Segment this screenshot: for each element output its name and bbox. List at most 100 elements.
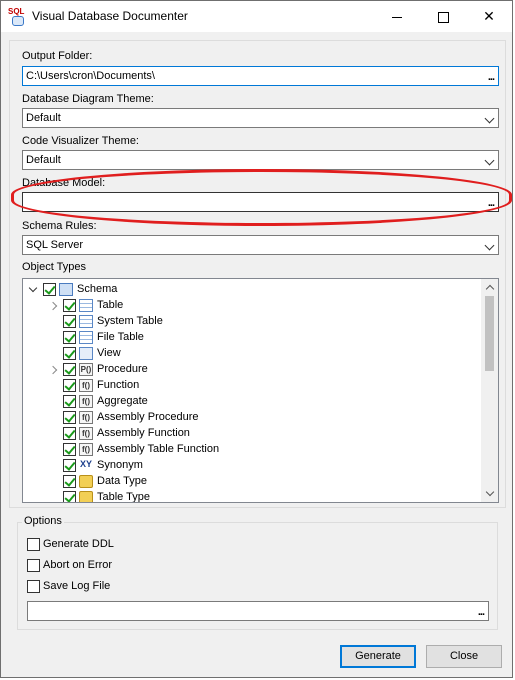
abort-on-error-checkbox[interactable]: Abort on Error (27, 558, 177, 574)
log-file-browse-button[interactable]: ... (478, 607, 485, 618)
generate-button[interactable]: Generate (340, 645, 416, 668)
checkmark-icon (64, 427, 76, 439)
output-folder-browse-button[interactable]: ... (488, 72, 495, 83)
tree-item[interactable]: P() Procedure (23, 362, 478, 378)
function-icon: f() (79, 379, 93, 392)
checkmark-icon (64, 475, 76, 487)
generate-ddl-checkbox[interactable]: Generate DDL (27, 537, 177, 553)
tree-item-checkbox[interactable] (63, 347, 76, 360)
function-icon: f() (79, 395, 93, 408)
maximize-button[interactable] (420, 1, 466, 32)
generate-ddl-box[interactable] (27, 538, 40, 551)
scroll-up-icon[interactable] (485, 284, 495, 294)
code-theme-select[interactable]: Default (22, 150, 499, 170)
output-folder-field[interactable]: C:\Users\cron\Documents\ ... (22, 66, 499, 86)
abort-on-error-label: Abort on Error (43, 559, 113, 571)
tree-item-checkbox[interactable] (63, 331, 76, 344)
tree-item[interactable]: f() Aggregate (23, 394, 478, 410)
view-icon (79, 347, 93, 360)
tree-item-checkbox[interactable] (63, 491, 76, 502)
tree-item-checkbox[interactable] (63, 395, 76, 408)
tree-item-label: Table (97, 299, 124, 311)
tree-item[interactable]: f() Assembly Procedure (23, 410, 478, 426)
tree-item[interactable]: System Table (23, 314, 478, 330)
object-types-tree[interactable]: Schema Table System Table File Table View P()… (22, 278, 499, 503)
tree-item-checkbox[interactable] (43, 283, 56, 296)
app-icon-text: SQL (8, 7, 25, 16)
tree-item[interactable]: f() Function (23, 378, 478, 394)
save-log-file-label: Save Log File (43, 580, 111, 592)
tree-item-label: Schema (77, 283, 118, 295)
schema-rules-value: SQL Server (26, 239, 84, 251)
tree-item-checkbox[interactable] (63, 379, 76, 392)
tree-item-label: Data Type (97, 475, 147, 487)
checkmark-icon (64, 443, 76, 455)
window-title: Visual Database Documenter (32, 9, 188, 23)
dialog-window: SQL Visual Database Documenter ✕ Output … (0, 0, 513, 678)
chevron-right-icon[interactable] (48, 365, 58, 375)
tree-item-checkbox[interactable] (63, 475, 76, 488)
checkmark-icon (64, 491, 76, 502)
table-icon (79, 315, 93, 328)
tree-item[interactable]: File Table (23, 330, 478, 346)
title-bar[interactable]: SQL Visual Database Documenter ✕ (1, 1, 512, 32)
table-icon (79, 299, 93, 312)
tree-item-label: View (97, 347, 121, 359)
tree-item-label: Procedure (97, 363, 148, 375)
diagram-theme-value: Default (26, 112, 61, 124)
tree-item[interactable]: Table Type (23, 490, 478, 503)
save-log-file-checkbox[interactable]: Save Log File (27, 579, 177, 595)
sql-database-app-icon: SQL (8, 7, 26, 26)
tree-item-checkbox[interactable] (63, 315, 76, 328)
scroll-down-icon[interactable] (485, 487, 495, 497)
synonym-icon: XY (79, 459, 92, 469)
chevron-right-icon[interactable] (48, 301, 58, 311)
type-icon (79, 491, 93, 502)
diagram-theme-label: Database Diagram Theme: (22, 93, 154, 105)
tree-item-checkbox[interactable] (63, 299, 76, 312)
checkmark-icon (64, 363, 76, 375)
tree-item[interactable]: f() Assembly Table Function (23, 442, 478, 458)
checkmark-icon (64, 459, 76, 471)
tree-item-checkbox[interactable] (63, 363, 76, 376)
checkmark-icon (64, 315, 76, 327)
tree-item[interactable]: Schema (23, 282, 478, 298)
database-model-field[interactable]: ... (22, 192, 499, 212)
minimize-icon (392, 16, 402, 18)
schema-rules-select[interactable]: SQL Server (22, 235, 499, 255)
code-theme-label: Code Visualizer Theme: (22, 135, 139, 147)
tree-item-checkbox[interactable] (63, 459, 76, 472)
checkmark-icon (64, 379, 76, 391)
tree-item-label: Synonym (97, 459, 143, 471)
tree-item[interactable]: f() Assembly Function (23, 426, 478, 442)
close-window-button[interactable]: ✕ (466, 1, 512, 32)
chevron-down-icon[interactable] (28, 283, 38, 293)
options-group-title: Options (22, 515, 64, 527)
scroll-thumb[interactable] (485, 296, 494, 371)
dialog-client-area: Output Folder: C:\Users\cron\Documents\ … (9, 40, 512, 672)
close-icon: ✕ (483, 8, 495, 24)
tree-item[interactable]: Table (23, 298, 478, 314)
abort-on-error-box[interactable] (27, 559, 40, 572)
diagram-theme-select[interactable]: Default (22, 108, 499, 128)
checkmark-icon (64, 331, 76, 343)
tree-item-label: File Table (97, 331, 144, 343)
tree-item-checkbox[interactable] (63, 411, 76, 424)
database-model-browse-button[interactable]: ... (488, 198, 495, 209)
tree-item[interactable]: Data Type (23, 474, 478, 490)
output-folder-label: Output Folder: (22, 50, 93, 62)
save-log-file-box[interactable] (27, 580, 40, 593)
tree-scrollbar[interactable] (481, 279, 498, 502)
tree-item-checkbox[interactable] (63, 443, 76, 456)
minimize-button[interactable] (374, 1, 420, 32)
tree-item[interactable]: View (23, 346, 478, 362)
code-theme-value: Default (26, 154, 61, 166)
tree-item[interactable]: XY Synonym (23, 458, 478, 474)
log-file-path-field[interactable]: ... (27, 601, 489, 621)
close-button[interactable]: Close (426, 645, 502, 668)
procedure-icon: P() (79, 363, 93, 376)
tree-item-checkbox[interactable] (63, 427, 76, 440)
tree-item-label: Table Type (97, 491, 151, 503)
function-icon: f() (79, 411, 93, 424)
tree-item-label: Assembly Table Function (97, 443, 220, 455)
